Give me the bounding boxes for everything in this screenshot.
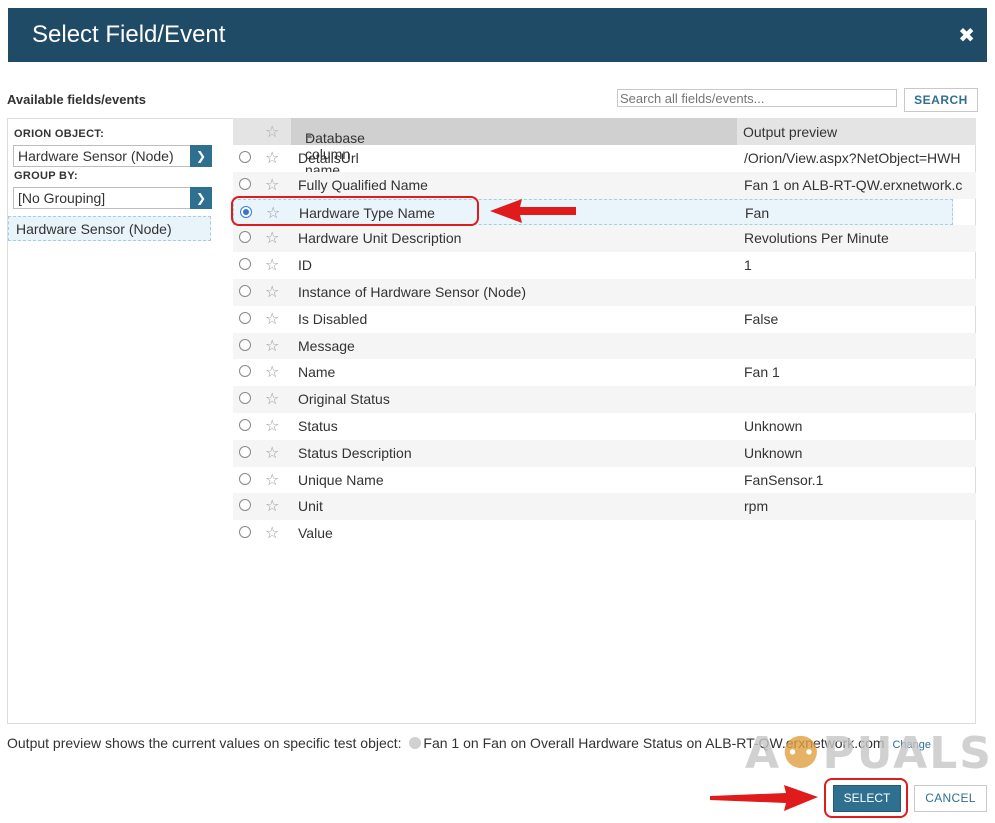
star-icon[interactable]: ☆: [265, 175, 279, 195]
annotation-arrow-left-icon: [490, 199, 576, 223]
row-radio[interactable]: [239, 177, 251, 190]
field-name: Unit: [298, 498, 323, 515]
output-preview: FanSensor.1: [744, 471, 824, 488]
star-icon[interactable]: ☆: [265, 523, 279, 543]
status-dot-icon: [409, 737, 422, 749]
field-name: Status Description: [298, 444, 412, 461]
output-preview: Fan: [745, 204, 770, 221]
cancel-button[interactable]: CANCEL: [914, 785, 987, 812]
group-by-select[interactable]: [No Grouping] ❯: [13, 187, 212, 209]
row-radio[interactable]: [239, 392, 251, 405]
star-icon[interactable]: ☆: [265, 416, 279, 436]
watermark-logo: A⚉PUALS: [745, 728, 993, 779]
star-icon[interactable]: ☆: [265, 228, 279, 248]
table-row[interactable]: ☆ DetailsUrl/Orion/View.aspx?NetObject=HW…: [233, 145, 976, 172]
table-row[interactable]: ☆ Hardware Unit Description Revolutions Pe…: [233, 225, 976, 253]
star-icon[interactable]: ☆: [265, 255, 279, 275]
field-name: Original Status: [298, 391, 390, 408]
output-preview: False: [744, 310, 779, 327]
sort-ascending-icon: ▲: [305, 130, 314, 140]
output-preview: Unknown: [744, 444, 803, 461]
output-preview: 1: [744, 257, 752, 274]
star-icon[interactable]: ☆: [265, 282, 279, 302]
orion-object-select[interactable]: Hardware Sensor (Node) ❯: [13, 145, 212, 167]
row-radio[interactable]: [239, 258, 251, 271]
table-row[interactable]: ☆ Instance of Hardware Sensor (Node): [233, 278, 976, 306]
star-icon[interactable]: ☆: [265, 122, 279, 142]
output-preview: rpm: [744, 498, 769, 515]
column-header-name[interactable]: Database column name ▲: [291, 118, 737, 178]
table-row[interactable]: ☆ Unit rpm: [233, 493, 976, 521]
orion-object-value: Hardware Sensor (Node): [18, 148, 174, 164]
output-preview: Revolutions Per Minute: [744, 230, 889, 247]
field-name: DetailsUrl: [298, 150, 359, 166]
footer-note-text: Output preview shows the current values …: [7, 735, 402, 751]
row-radio[interactable]: [239, 151, 251, 163]
row-radio[interactable]: [239, 284, 251, 297]
row-radio[interactable]: [239, 445, 251, 458]
available-fields-label: Available fields/events: [7, 92, 146, 107]
group-by-label: GROUP BY:: [14, 170, 79, 182]
field-name: Fully Qualified Name: [298, 176, 428, 193]
search-input[interactable]: [617, 89, 897, 107]
fields-grid: ☆ Database column name ▲ Output preview …: [233, 118, 976, 547]
star-icon[interactable]: ☆: [265, 389, 279, 409]
field-name: Is Disabled: [298, 310, 368, 327]
row-radio[interactable]: [239, 472, 251, 485]
annotation-arrow-right-icon: [710, 785, 818, 811]
field-name: Unique Name: [298, 471, 384, 488]
star-icon[interactable]: ☆: [265, 336, 279, 356]
table-row[interactable]: ☆ Message: [233, 332, 976, 360]
field-name: Instance of Hardware Sensor (Node): [298, 283, 526, 300]
annotation-highlight-box: [824, 778, 908, 818]
annotation-highlight-box: [231, 196, 479, 226]
row-radio[interactable]: [239, 418, 251, 431]
table-row[interactable]: ☆ Is Disabled False: [233, 306, 976, 333]
table-row[interactable]: ☆ Status Description Unknown: [233, 439, 976, 467]
table-row[interactable]: ☆ Unique Name FanSensor.1: [233, 467, 976, 494]
grid-header: ☆ Database column name ▲ Output preview: [233, 118, 976, 178]
field-name: ID: [298, 257, 312, 274]
output-preview: Unknown: [744, 417, 803, 434]
field-name: Message: [298, 337, 355, 354]
orion-object-label: ORION OBJECT:: [14, 128, 105, 140]
chevron-down-icon[interactable]: ❯: [190, 187, 212, 209]
table-row[interactable]: ☆ Status Unknown: [233, 413, 976, 440]
table-row[interactable]: ☆ ID 1: [233, 252, 976, 279]
dialog-title: Select Field/Event: [32, 21, 226, 48]
column-header-preview[interactable]: Output preview: [743, 124, 837, 140]
row-radio[interactable]: [239, 231, 251, 244]
close-icon[interactable]: ✖: [958, 23, 975, 48]
star-icon[interactable]: ☆: [265, 496, 279, 516]
output-preview: /Orion/View.aspx?NetObject=HWH: [744, 150, 961, 166]
group-by-value: [No Grouping]: [18, 190, 106, 206]
star-icon[interactable]: ☆: [265, 470, 279, 490]
row-radio[interactable]: [239, 311, 251, 324]
star-icon[interactable]: ☆: [265, 148, 279, 168]
star-icon[interactable]: ☆: [265, 309, 279, 329]
chevron-down-icon[interactable]: ❯: [190, 145, 212, 167]
field-name: Name: [298, 364, 336, 381]
output-preview: Fan 1: [744, 364, 780, 381]
field-name: Value: [298, 525, 333, 542]
table-row[interactable]: ☆ Original Status: [233, 386, 976, 413]
search-button[interactable]: SEARCH: [904, 88, 978, 112]
row-radio[interactable]: [239, 526, 251, 539]
dialog-titlebar: Select Field/Event ✖: [8, 8, 987, 62]
field-name: Hardware Unit Description: [298, 230, 462, 247]
star-icon[interactable]: ☆: [265, 443, 279, 463]
row-radio[interactable]: [239, 338, 251, 351]
field-name: Status: [298, 417, 338, 434]
object-list-item[interactable]: Hardware Sensor (Node): [8, 216, 211, 241]
table-row[interactable]: ☆ Name Fan 1: [233, 359, 976, 386]
row-radio[interactable]: [239, 365, 251, 378]
output-preview: Fan 1 on ALB-RT-QW.erxnetwork.co: [744, 176, 962, 193]
star-icon[interactable]: ☆: [265, 362, 279, 382]
row-radio[interactable]: [239, 499, 251, 512]
table-row[interactable]: ☆ Value: [233, 520, 976, 547]
table-row[interactable]: ☆ Fully Qualified Name Fan 1 on ALB-RT-QW.…: [233, 171, 976, 199]
